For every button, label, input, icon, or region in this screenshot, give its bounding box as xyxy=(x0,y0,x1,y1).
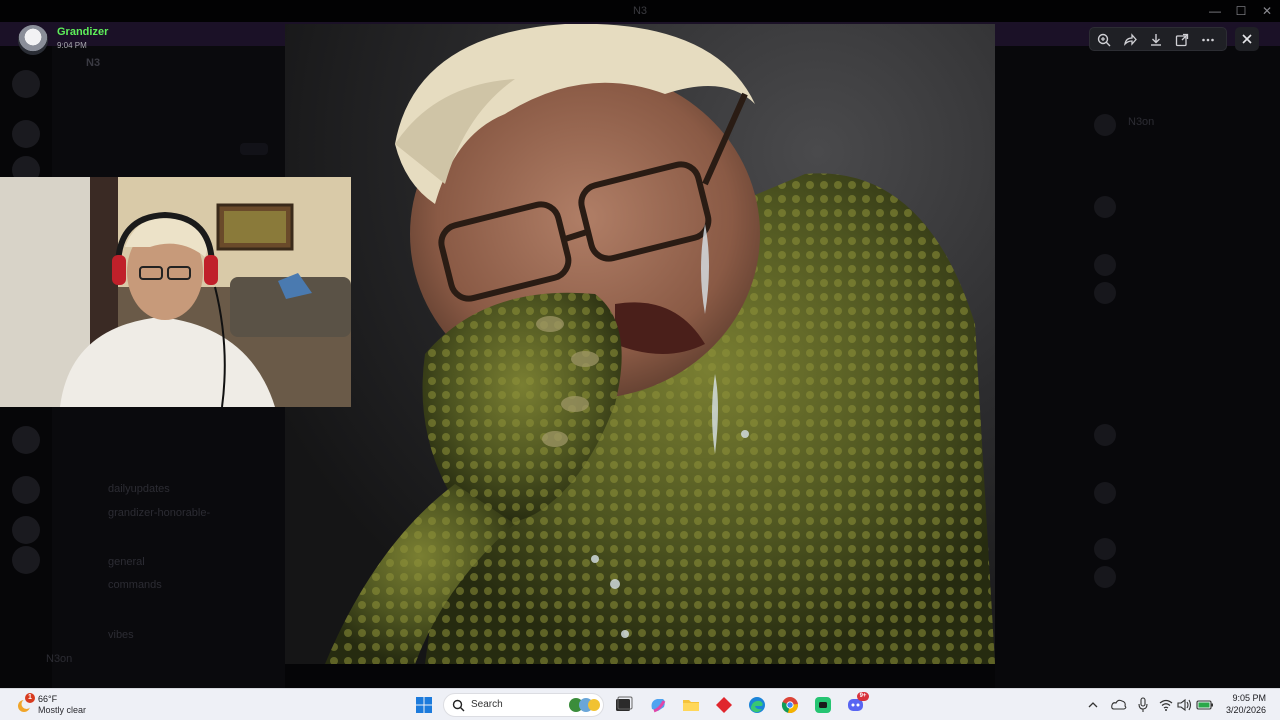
message-timestamp: 9:04 PM xyxy=(57,41,87,50)
member-avatar[interactable] xyxy=(1094,566,1116,588)
search-highlight-icon xyxy=(569,698,600,712)
discord-notification-badge: 9+ xyxy=(857,692,869,701)
search-placeholder: Search xyxy=(471,699,503,710)
server-icon[interactable] xyxy=(12,516,40,544)
weather-condition[interactable]: Mostly clear xyxy=(38,705,86,715)
window-titlebar: N3 — ☐ ✕ xyxy=(0,0,1280,22)
discord-app: N3 — ☐ ✕ N3 dailyupdates grandizer-honor… xyxy=(0,0,1280,688)
volume-icon[interactable] xyxy=(1177,698,1193,712)
taskbar-search[interactable]: Search xyxy=(443,693,604,717)
green-chat-app-icon[interactable] xyxy=(813,695,833,715)
channel-general[interactable]: general xyxy=(108,556,145,568)
forward-icon[interactable] xyxy=(1121,31,1139,49)
clock-date[interactable]: 3/20/2026 xyxy=(1218,705,1266,715)
viewer-close-button[interactable] xyxy=(1235,27,1259,51)
member-avatar[interactable] xyxy=(1094,424,1116,446)
windows-taskbar: 1 66°F Mostly clear Search 9+ 9:05 PM 3/… xyxy=(0,688,1280,720)
webcam-overlay xyxy=(0,177,351,407)
server-icon[interactable] xyxy=(12,476,40,504)
download-icon[interactable] xyxy=(1147,31,1165,49)
crying-figure-illustration xyxy=(325,24,995,664)
member-avatar[interactable] xyxy=(1094,538,1116,560)
streamer-webcam xyxy=(0,177,351,407)
member-list: N3on xyxy=(995,46,1280,688)
clock-time[interactable]: 9:05 PM xyxy=(1222,693,1266,703)
open-external-icon[interactable] xyxy=(1173,31,1191,49)
server-icon[interactable] xyxy=(12,426,40,454)
zoom-in-icon[interactable] xyxy=(1095,31,1113,49)
weather-temperature[interactable]: 66°F xyxy=(38,694,57,704)
new-badge xyxy=(240,143,268,155)
chrome-icon[interactable] xyxy=(780,695,800,715)
copilot-icon[interactable] xyxy=(648,695,668,715)
user-panel-name: N3on xyxy=(46,653,73,665)
channel-vibes[interactable]: vibes xyxy=(108,629,134,641)
channel-commands[interactable]: commands xyxy=(108,579,162,591)
image-preview[interactable] xyxy=(285,24,995,664)
member-avatar[interactable] xyxy=(1094,114,1116,136)
member-avatar[interactable] xyxy=(1094,482,1116,504)
windows-start-icon[interactable] xyxy=(415,696,433,714)
window-title: N3 xyxy=(632,5,648,17)
author-avatar[interactable] xyxy=(18,25,48,55)
author-name[interactable]: Grandizer xyxy=(57,26,108,38)
wifi-icon[interactable] xyxy=(1159,698,1173,712)
image-viewer-toolbar xyxy=(1089,27,1227,51)
weather-alert-badge: 1 xyxy=(25,693,35,703)
red-app-icon[interactable] xyxy=(714,695,734,715)
channel-dailyupdates[interactable]: dailyupdates xyxy=(108,483,170,495)
microphone-icon[interactable] xyxy=(1137,697,1149,713)
task-view-icon[interactable] xyxy=(614,695,634,715)
server-icon[interactable] xyxy=(12,70,40,98)
search-icon xyxy=(452,699,465,712)
window-close-button[interactable]: ✕ xyxy=(1252,2,1280,20)
server-name[interactable]: N3 xyxy=(86,57,100,69)
file-explorer-icon[interactable] xyxy=(681,695,701,715)
battery-icon[interactable] xyxy=(1196,698,1214,712)
more-options-icon[interactable] xyxy=(1199,31,1217,49)
server-icon[interactable] xyxy=(12,546,40,574)
edge-icon[interactable] xyxy=(747,695,767,715)
member-top[interactable]: N3on xyxy=(1128,116,1154,128)
close-icon xyxy=(1242,34,1252,44)
server-icon[interactable] xyxy=(12,120,40,148)
member-avatar[interactable] xyxy=(1094,282,1116,304)
member-avatar[interactable] xyxy=(1094,254,1116,276)
channel-grandizer[interactable]: grandizer-honorable- xyxy=(108,507,210,519)
chevron-up-icon[interactable] xyxy=(1088,700,1098,710)
member-avatar[interactable] xyxy=(1094,196,1116,218)
onedrive-cloud-icon[interactable] xyxy=(1111,698,1127,712)
